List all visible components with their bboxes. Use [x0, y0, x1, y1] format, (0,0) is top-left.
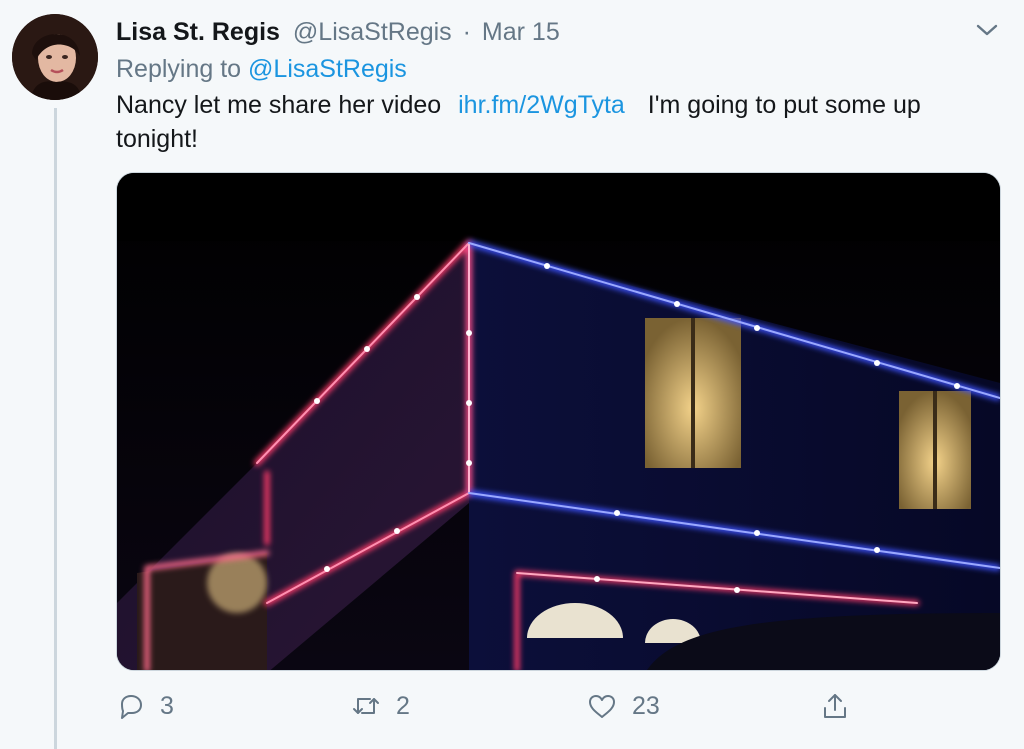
- share-icon: [820, 691, 850, 721]
- heart-icon: [586, 691, 618, 721]
- video-frame-image: [117, 173, 1000, 670]
- tweet-link[interactable]: ihr.fm/2WgTyta: [458, 91, 625, 119]
- author-handle[interactable]: @LisaStRegis: [293, 18, 452, 46]
- replying-to: Replying to @LisaStRegis: [116, 52, 407, 86]
- like-count: 23: [632, 691, 660, 720]
- media-video[interactable]: [116, 172, 1001, 671]
- tweet-text: Nancy let me share her video ihr.fm/2WgT…: [116, 88, 996, 156]
- retweet-count: 2: [396, 691, 410, 720]
- avatar[interactable]: [12, 14, 98, 100]
- reply-icon: [116, 691, 146, 721]
- tweet-actions: 3 2 23: [116, 686, 876, 726]
- chevron-down-icon[interactable]: [974, 20, 1000, 40]
- author-name[interactable]: Lisa St. Regis: [116, 18, 280, 46]
- tweet-date[interactable]: Mar 15: [482, 18, 560, 46]
- like-button[interactable]: 23: [586, 686, 660, 726]
- tweet[interactable]: Lisa St. Regis @LisaStRegis · Mar 15 Rep…: [0, 0, 1024, 749]
- tweet-header: Lisa St. Regis @LisaStRegis · Mar 15: [116, 15, 560, 49]
- separator: ·: [462, 18, 471, 46]
- replying-handle-link[interactable]: @LisaStRegis: [248, 55, 407, 83]
- reply-count: 3: [160, 691, 174, 720]
- retweet-button[interactable]: 2: [350, 686, 410, 726]
- thread-line: [54, 108, 57, 749]
- replying-prefix: Replying to: [116, 55, 242, 83]
- share-button[interactable]: [820, 686, 850, 726]
- tweet-text-before: Nancy let me share her video: [116, 91, 442, 119]
- reply-button[interactable]: 3: [116, 686, 174, 726]
- retweet-icon: [350, 691, 382, 721]
